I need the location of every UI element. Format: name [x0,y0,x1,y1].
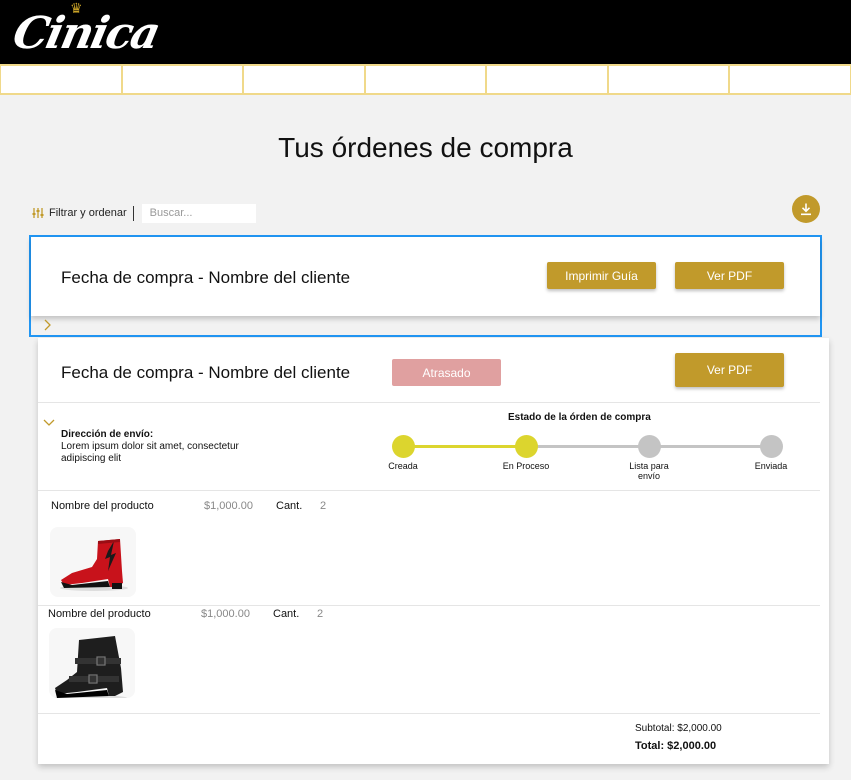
view-pdf-button[interactable]: Ver PDF [675,262,784,289]
logo-text: Cinica [8,8,164,59]
search-input[interactable] [141,203,256,223]
step-ready-label: Lista para envío [629,461,669,481]
product-price: $1,000.00 [201,608,250,620]
product-name: Nombre del producto [48,608,151,620]
divider [38,490,820,491]
filter-sort-button[interactable]: Filtrar y ordenar [32,207,127,219]
status-badge: Atrasado [392,359,501,386]
product-qty: 2 [320,500,327,512]
toolbar: Filtrar y ordenar [32,203,256,223]
step-shipped-label: Enviada [754,461,788,471]
view-pdf-button[interactable]: Ver PDF [675,353,784,387]
nav-item-1[interactable] [0,64,122,95]
nav-item-5[interactable] [486,64,608,95]
divider [38,713,820,714]
step-in-process-dot [515,435,538,458]
toolbar-divider [132,205,134,221]
crown-icon: ♛ [70,0,83,16]
order-card-1[interactable]: Fecha de compra - Nombre del cliente Imp… [31,237,820,316]
collapse-chevron-icon [43,419,55,426]
black-boot-illustration [55,636,127,698]
filter-sliders-icon [32,208,44,218]
shipping-address-label: Dirección de envío: [61,429,154,440]
nav-item-7[interactable] [729,64,851,95]
step-ready-dot [638,435,661,458]
product-name: Nombre del producto [51,500,154,512]
product-qty-label: Cant. [276,500,303,512]
page-title: Tus órdenes de compra [278,132,573,163]
step-in-process-label: En Proceso [502,461,550,471]
nav-bar [0,64,851,95]
product-image-red-boot[interactable] [50,527,136,597]
red-boot-illustration [60,539,128,591]
step-shipped-dot [760,435,783,458]
expand-chevron-icon [44,319,51,331]
shipping-address: Lorem ipsum dolor sit amet, consectetur … [61,441,239,464]
order-title: Fecha de compra - Nombre del cliente [61,363,351,382]
nav-item-3[interactable] [243,64,365,95]
download-button[interactable] [792,195,820,223]
divider [38,605,820,606]
step-created-label: Creada [388,461,418,471]
product-price: $1,000.00 [204,500,253,512]
chevron-down-icon[interactable] [43,414,55,430]
product-image-black-boot[interactable] [49,628,135,698]
download-icon [801,203,811,216]
order-total: Total: $2,000.00 [635,740,717,752]
order-subtotal: Subtotal: $2,000.00 [635,723,722,734]
divider [38,402,820,403]
nav-item-2[interactable] [121,64,244,95]
filter-sort-label: Filtrar y ordenar [49,207,127,219]
chevron-right-icon[interactable] [44,318,52,334]
brand-logo[interactable]: Cinica ♛ [9,0,164,62]
nav-item-4[interactable] [364,64,487,95]
order-title: Fecha de compra - Nombre del cliente [61,268,351,287]
order-card-2: Fecha de compra - Nombre del cliente Atr… [38,338,829,764]
progress-track-done [403,445,526,448]
nav-item-6[interactable] [607,64,730,95]
product-qty: 2 [317,608,324,620]
print-guide-button[interactable]: Imprimir Guía [547,262,656,289]
header: Cinica ♛ [0,0,851,64]
product-qty-label: Cant. [273,608,300,620]
step-created-dot [392,435,415,458]
order-status-title: Estado de la órden de compra [508,412,651,423]
